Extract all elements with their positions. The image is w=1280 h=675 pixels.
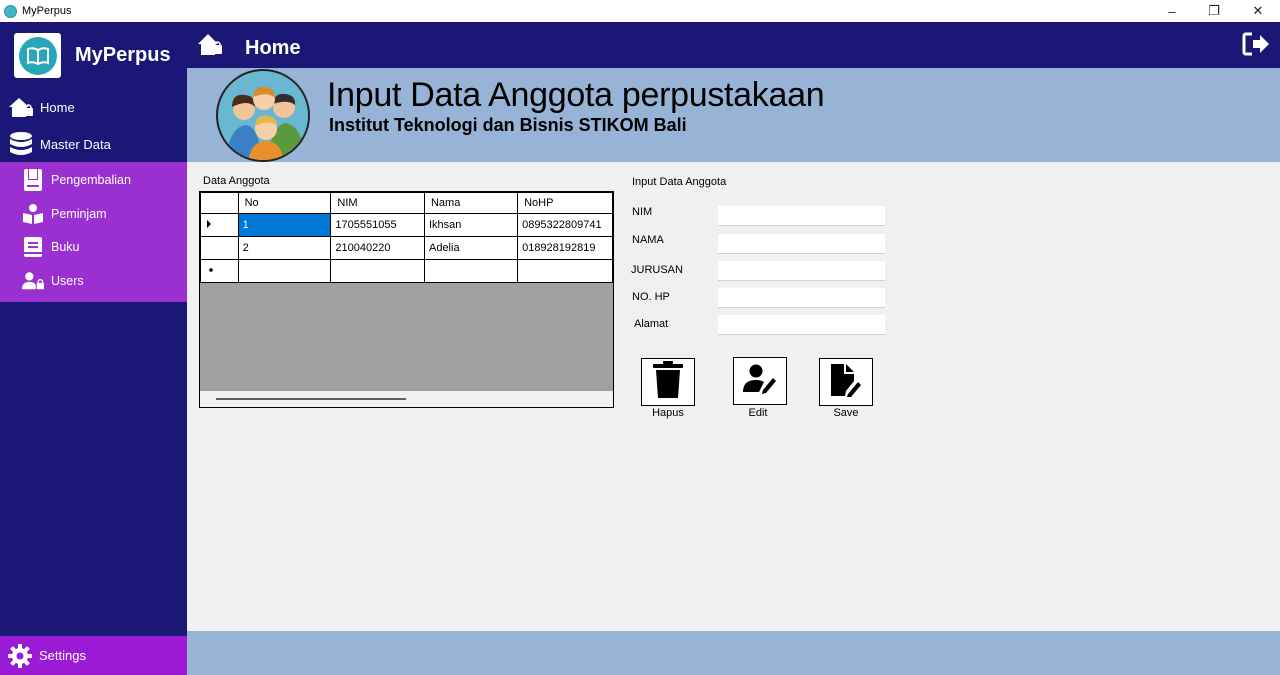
book-return-icon [22,168,44,192]
sidebar-item-label: Buku [51,240,80,254]
logout-icon[interactable] [1242,31,1270,57]
table-caption: Data Anggota [203,175,270,187]
sidebar-item-master-data[interactable]: Master Data [0,127,187,161]
table-cell[interactable]: 2 [237,236,332,260]
table-cell[interactable] [330,259,425,283]
table-row[interactable]: 2 210040220 Adelia 018928192819 [200,236,613,260]
table-cell[interactable]: 0895322809741 [517,213,613,237]
new-row-indicator-icon [200,259,239,283]
brand-logo [14,33,61,78]
table-cell[interactable]: 1705551055 [330,213,425,237]
sidebar: MyPerpus Home Master Data Pengembalian P… [0,22,187,675]
table-cell[interactable]: 210040220 [330,236,425,260]
sidebar-item-label: Users [51,274,84,288]
alamat-field[interactable] [718,315,885,335]
nohp-label: NO. HP [632,291,670,303]
nim-field[interactable] [718,206,885,226]
sidebar-item-peminjam[interactable]: Peminjam [0,197,187,231]
table-header-row: No NIM Nama NoHP [200,192,613,214]
reader-icon [22,202,44,226]
table-cell[interactable]: Adelia [423,236,519,260]
scrollbar-thumb[interactable] [216,398,406,400]
sidebar-item-home[interactable]: Home [0,90,187,124]
banner-subline: Institut Teknologi dan Bisnis STIKOM Bal… [329,115,687,135]
book-icon [22,235,44,259]
top-header: Home [187,22,1280,68]
hapus-button[interactable] [641,358,695,406]
brand-name: MyPerpus [75,44,171,66]
row-header-corner [200,192,239,214]
trash-icon [652,360,684,404]
save-label: Save [833,407,859,419]
restore-button[interactable]: ❐ [1192,0,1236,22]
nim-label: NIM [632,206,653,218]
table-cell[interactable]: Ikhsan [423,213,519,237]
footer-bar [187,631,1280,675]
window-title: MyPerpus [22,5,72,17]
app-icon [4,4,17,18]
table-cell[interactable]: 018928192819 [517,236,613,260]
table-row[interactable]: 1 1705551055 Ikhsan 0895322809741 [200,213,613,237]
file-edit-icon [830,363,862,402]
gear-icon [7,643,33,668]
form-caption: Input Data Anggota [632,176,727,188]
hapus-label: Hapus [652,407,684,419]
users-icon [22,269,44,293]
nohp-field[interactable] [718,288,885,308]
sidebar-item-buku[interactable]: Buku [0,230,187,264]
nama-field[interactable] [718,234,885,254]
home-icon [197,32,223,56]
members-group-icon [216,69,310,162]
column-header-nama[interactable]: Nama [423,192,519,214]
table-cell[interactable] [423,259,519,283]
row-header [200,236,239,260]
column-header-no[interactable]: No [237,192,332,214]
column-header-nim[interactable]: NIM [330,192,425,214]
alamat-label: Alamat [634,318,669,330]
nama-label: NAMA [632,234,664,246]
minimize-button[interactable]: – [1150,0,1194,22]
sidebar-item-label: Master Data [40,136,111,152]
sidebar-item-label: Pengembalian [51,173,131,187]
table-cell[interactable] [517,259,613,283]
table-cell[interactable]: 1 [237,213,332,237]
jurusan-label: JURUSAN [631,264,683,276]
edit-label: Edit [748,407,768,419]
sidebar-item-label: Peminjam [51,207,107,221]
jurusan-field[interactable] [718,261,885,281]
sidebar-item-settings[interactable]: Settings [0,636,187,675]
database-icon [8,132,34,156]
save-button[interactable] [819,358,873,406]
table-new-row[interactable] [200,259,613,283]
close-button[interactable]: ✕ [1236,0,1280,22]
user-edit-icon [743,364,777,399]
edit-button[interactable] [733,357,787,405]
page-banner: Input Data Anggota perpustakaan Institut… [187,68,1280,162]
members-table[interactable]: No NIM Nama NoHP 1 1705551055 Ikhsan 089… [199,191,614,408]
home-icon [8,95,34,119]
banner-headline: Input Data Anggota perpustakaan [327,76,825,114]
master-data-submenu: Pengembalian Peminjam Buku Users [0,162,187,302]
current-row-indicator-icon [200,213,239,237]
sidebar-item-label: Home [40,99,75,115]
table-cell[interactable] [237,259,332,283]
page-title: Home [245,37,301,59]
column-header-nohp[interactable]: NoHP [517,192,613,214]
settings-label: Settings [39,648,86,663]
brand: MyPerpus [0,22,187,88]
open-book-icon [18,36,57,75]
sidebar-item-users[interactable]: Users [0,264,187,298]
sidebar-item-pengembalian[interactable]: Pengembalian [0,163,187,197]
horizontal-scrollbar[interactable] [200,391,613,407]
window-titlebar: MyPerpus – ❐ ✕ [0,0,1280,22]
